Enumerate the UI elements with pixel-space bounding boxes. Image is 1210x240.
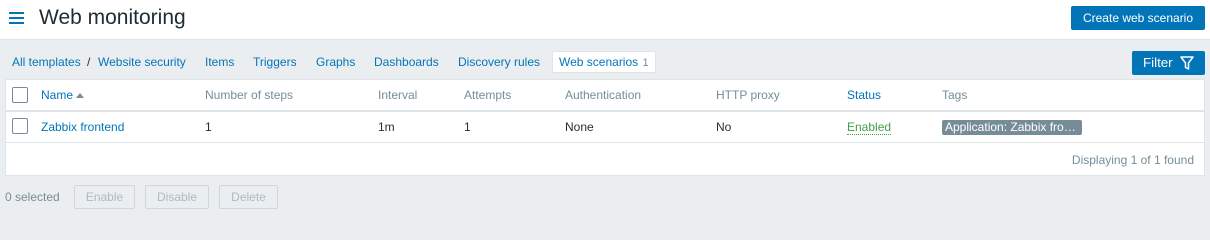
- interval-value: 1m: [378, 120, 395, 134]
- mass-action-bar: 0 selected Enable Disable Delete: [0, 185, 1210, 209]
- table-header: Name Number of steps Interval Attempts A…: [6, 80, 1204, 112]
- row-checkbox[interactable]: [12, 118, 28, 134]
- enable-button[interactable]: Enable: [74, 185, 135, 209]
- column-header-tags: Tags: [942, 88, 968, 102]
- select-all-checkbox[interactable]: [12, 87, 28, 103]
- column-header-status[interactable]: Status: [847, 80, 881, 110]
- sort-ascending-icon: [76, 93, 85, 98]
- web-scenarios-table: Name Number of steps Interval Attempts A…: [5, 79, 1205, 176]
- tab-web-scenarios-count: 1: [642, 57, 649, 69]
- attempts-value: 1: [464, 120, 471, 134]
- table-row: Zabbix frontend 1 1m 1 None No Enabled A…: [6, 112, 1204, 143]
- column-header-authentication: Authentication: [565, 88, 642, 102]
- steps-value: 1: [205, 120, 212, 134]
- breadcrumb-template[interactable]: Website security: [98, 51, 186, 73]
- http-proxy-value: No: [716, 120, 732, 134]
- filter-button[interactable]: Filter: [1132, 51, 1205, 75]
- page-title: Web monitoring: [39, 6, 186, 29]
- table-footer-count: Displaying 1 of 1 found: [1071, 153, 1194, 167]
- selected-count: 0 selected: [5, 190, 60, 204]
- tab-web-scenarios[interactable]: Web scenarios 1: [552, 51, 656, 73]
- column-header-name-label: Name: [41, 88, 74, 102]
- tab-dashboards[interactable]: Dashboards: [374, 51, 439, 73]
- tab-triggers[interactable]: Triggers: [253, 51, 297, 73]
- column-header-name[interactable]: Name: [41, 80, 85, 110]
- tab-items[interactable]: Items: [205, 51, 234, 73]
- scenario-name-link[interactable]: Zabbix frontend: [41, 112, 124, 142]
- column-header-steps: Number of steps: [205, 88, 294, 102]
- hamburger-menu-icon[interactable]: [9, 12, 24, 25]
- page-header: Web monitoring Create web scenario: [0, 0, 1210, 40]
- funnel-icon: [1180, 56, 1194, 70]
- breadcrumb-separator: /: [87, 55, 91, 69]
- column-header-attempts: Attempts: [464, 88, 512, 102]
- column-header-interval: Interval: [378, 88, 418, 102]
- create-web-scenario-button[interactable]: Create web scenario: [1071, 6, 1205, 30]
- disable-button[interactable]: Disable: [145, 185, 209, 209]
- delete-button[interactable]: Delete: [219, 185, 278, 209]
- column-header-http-proxy: HTTP proxy: [716, 88, 780, 102]
- breadcrumb-all-templates[interactable]: All templates: [12, 51, 81, 73]
- tab-graphs[interactable]: Graphs: [316, 51, 355, 73]
- tab-discovery-rules[interactable]: Discovery rules: [458, 51, 540, 73]
- tag-badge[interactable]: Application: Zabbix fro…: [942, 120, 1082, 135]
- status-toggle[interactable]: Enabled: [847, 121, 892, 135]
- filter-label: Filter: [1143, 55, 1173, 70]
- authentication-value: None: [565, 120, 594, 134]
- tab-web-scenarios-label: Web scenarios: [559, 55, 639, 69]
